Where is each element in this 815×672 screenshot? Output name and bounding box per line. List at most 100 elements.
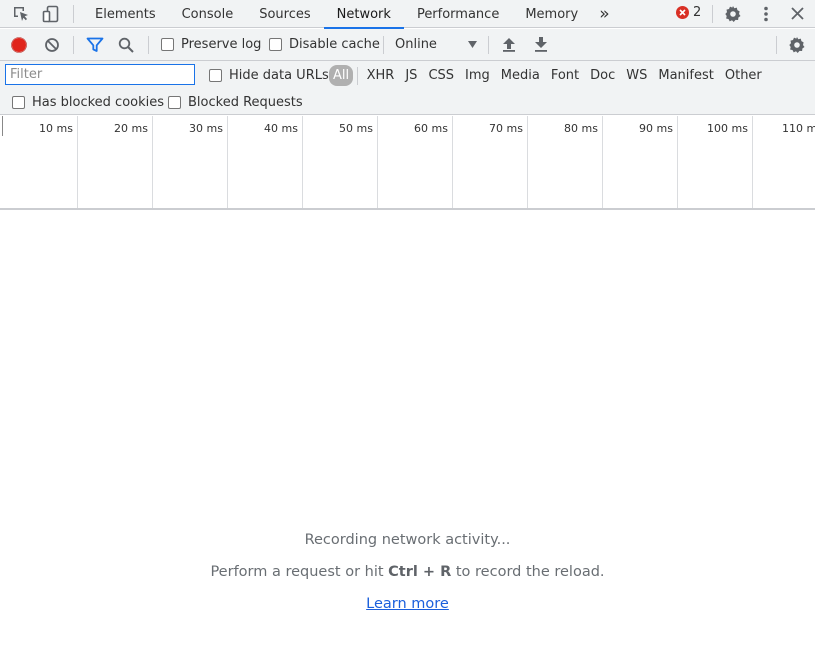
tab-memory[interactable]: Memory <box>512 0 591 28</box>
error-circle-icon <box>676 6 689 19</box>
type-filter-other[interactable]: Other <box>719 65 767 86</box>
type-filter-doc[interactable]: Doc <box>585 65 621 86</box>
empty-state: Recording network activity... Perform a … <box>0 530 815 626</box>
checkbox-label: Preserve log <box>181 37 262 52</box>
inspect-element-icon[interactable] <box>12 5 30 23</box>
toolbar-separator <box>148 36 149 54</box>
checkbox[interactable] <box>12 96 25 109</box>
checkbox[interactable] <box>161 38 174 51</box>
timeline-tick: 60 ms <box>378 116 453 208</box>
type-filter-ws[interactable]: WS <box>621 65 653 86</box>
type-filter-xhr[interactable]: XHR <box>361 65 400 86</box>
type-filter-all[interactable]: All <box>329 65 354 86</box>
resource-type-filters: All XHR JS CSS Img Media Font Doc WS Man… <box>329 65 767 86</box>
timeline-overview[interactable]: 10 ms 20 ms 30 ms 40 ms 50 ms 60 ms 70 ms 80 ms… <box>0 116 815 210</box>
learn-more-link[interactable]: Learn more <box>366 596 449 612</box>
timeline-tick: 20 ms <box>78 116 153 208</box>
blocked-requests-checkbox[interactable]: Blocked Requests <box>168 95 303 110</box>
device-toolbar-icon[interactable] <box>42 5 60 23</box>
timeline-tick: 50 ms <box>303 116 378 208</box>
timeline-tick: 40 ms <box>228 116 303 208</box>
has-blocked-cookies-checkbox[interactable]: Has blocked cookies <box>12 95 164 110</box>
timeline-tick: 90 ms <box>603 116 678 208</box>
checkbox[interactable] <box>269 38 282 51</box>
preserve-log-checkbox[interactable]: Preserve log <box>161 37 261 52</box>
timeline-tick-label: 40 ms <box>264 122 298 135</box>
settings-gear-icon[interactable] <box>724 5 742 23</box>
checkbox-label: Hide data URLs <box>229 68 329 83</box>
export-har-icon[interactable] <box>534 37 548 52</box>
network-toolbar: Preserve log Disable cache Online <box>0 29 815 61</box>
timeline-tick: 80 ms <box>528 116 603 208</box>
timeline-tick-label: 110 ms <box>782 122 815 135</box>
checkbox-label: Has blocked cookies <box>32 95 165 110</box>
checkbox[interactable] <box>209 69 222 82</box>
more-options-icon[interactable] <box>762 5 770 23</box>
reload-shortcut: Ctrl + R <box>388 564 452 580</box>
throttling-select[interactable]: Online <box>395 37 477 52</box>
type-filter-separator <box>357 66 359 85</box>
timeline-tick-label: 30 ms <box>189 122 223 135</box>
tab-separator <box>73 5 74 23</box>
tab-network[interactable]: Network <box>323 0 405 29</box>
tab-list: Elements Console Sources Network Perform… <box>82 0 618 29</box>
timeline-tick: 110 ms <box>753 116 815 208</box>
type-filter-css[interactable]: CSS <box>423 65 460 86</box>
tab-label: Memory <box>525 6 579 22</box>
timeline-tick: 10 ms <box>3 116 78 208</box>
checkbox-label: Disable cache <box>289 37 380 52</box>
timeline-tick-label: 90 ms <box>639 122 673 135</box>
toolbar-separator <box>712 5 713 23</box>
timeline-tick-label: 100 ms <box>707 122 748 135</box>
clear-icon[interactable] <box>44 37 60 53</box>
reload-hint: Perform a request or hit Ctrl + R to rec… <box>0 562 815 594</box>
blocked-filters-bar: Has blocked cookies Blocked Requests <box>0 90 815 115</box>
network-settings-gear-icon[interactable] <box>788 36 806 54</box>
more-tabs-button[interactable]: » <box>591 0 617 28</box>
timeline-tick: 100 ms <box>678 116 753 208</box>
tab-label: Performance <box>416 6 500 22</box>
disable-cache-checkbox[interactable]: Disable cache <box>269 37 380 52</box>
tab-elements[interactable]: Elements <box>82 0 169 28</box>
tab-label: Console <box>181 6 234 22</box>
hide-data-urls-checkbox[interactable]: Hide data URLs <box>209 68 329 83</box>
toolbar-separator <box>776 36 777 54</box>
toolbar-separator <box>383 36 384 54</box>
tab-sources[interactable]: Sources <box>246 0 323 28</box>
reload-hint-prefix: Perform a request or hit <box>210 564 389 580</box>
tab-performance[interactable]: Performance <box>404 0 512 28</box>
tab-label: Elements <box>95 6 156 22</box>
checkbox-label: Blocked Requests <box>188 95 303 110</box>
filter-input[interactable] <box>5 64 195 85</box>
type-filter-js[interactable]: JS <box>400 65 423 86</box>
filter-bar: Hide data URLs All XHR JS CSS Img Media … <box>0 61 815 90</box>
import-har-icon[interactable] <box>502 37 516 52</box>
toolbar-separator <box>488 36 489 54</box>
recording-message: Recording network activity... <box>304 532 511 548</box>
dropdown-arrow-icon <box>468 41 477 48</box>
checkbox[interactable] <box>168 96 181 109</box>
devtools-tab-bar: Elements Console Sources Network Perform… <box>0 0 815 29</box>
type-filter-font[interactable]: Font <box>545 65 584 86</box>
chevron-double-right-icon: » <box>599 4 610 24</box>
filter-funnel-icon[interactable] <box>86 37 104 53</box>
timeline-tick: 70 ms <box>453 116 528 208</box>
throttling-value: Online <box>395 37 437 52</box>
tab-label: Sources <box>259 6 311 22</box>
tab-console[interactable]: Console <box>169 0 247 28</box>
timeline-tick-label: 80 ms <box>564 122 598 135</box>
record-button[interactable] <box>11 37 27 53</box>
type-filter-manifest[interactable]: Manifest <box>653 65 719 86</box>
tab-label: Network <box>336 6 391 22</box>
timeline-tick-label: 50 ms <box>339 122 373 135</box>
timeline-tick-label: 10 ms <box>39 122 73 135</box>
error-counter[interactable]: 2 <box>676 5 701 20</box>
type-filter-img[interactable]: Img <box>460 65 496 86</box>
search-icon[interactable] <box>118 37 134 53</box>
timeline-tick-label: 70 ms <box>489 122 523 135</box>
timeline-tick: 30 ms <box>153 116 228 208</box>
type-filter-media[interactable]: Media <box>495 65 545 86</box>
timeline-tick-label: 20 ms <box>114 122 148 135</box>
error-count: 2 <box>693 5 702 20</box>
close-icon[interactable] <box>790 6 805 21</box>
